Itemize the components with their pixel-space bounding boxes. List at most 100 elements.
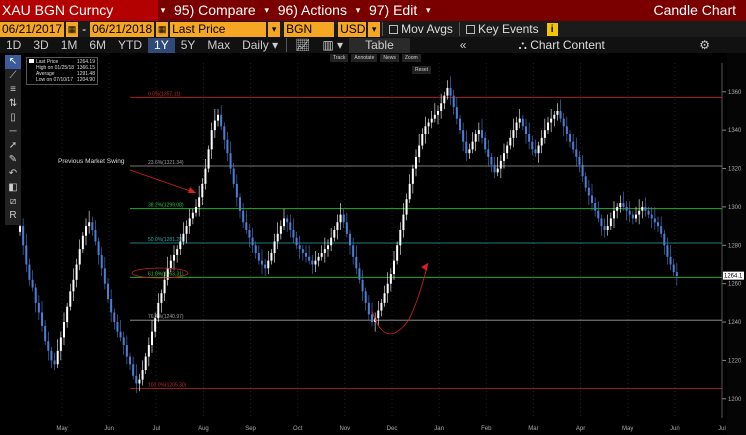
- candle-body: [75, 264, 78, 280]
- arrow-tool-icon[interactable]: ➚: [5, 139, 21, 153]
- candle-body: [578, 157, 581, 165]
- legend-swatch: [29, 59, 34, 63]
- candle-body: [540, 137, 543, 146]
- candle-body: [242, 210, 245, 223]
- candle-body: [518, 118, 521, 123]
- eraser-tool-icon[interactable]: ◧: [5, 181, 21, 195]
- price-chart[interactable]: May Jun Jul Aug Sep Oct Nov Dec Jan Feb Mar Apr May J…: [0, 53, 746, 435]
- chart-content-button[interactable]: ⛬ Chart Content: [512, 38, 610, 53]
- edit-dropdown-icon[interactable]: ▾: [423, 5, 433, 16]
- track-button[interactable]: Track: [330, 54, 349, 62]
- y-tick-label: 1260: [728, 282, 742, 288]
- actions-dropdown-icon[interactable]: ▾: [353, 5, 363, 16]
- line-tool-icon[interactable]: ⟋: [5, 69, 21, 83]
- frequency-select[interactable]: Daily ▾: [236, 38, 284, 53]
- price-type-field[interactable]: Last Price: [170, 21, 267, 37]
- candle-body: [78, 249, 81, 265]
- candle-body: [430, 118, 433, 123]
- compare-menu[interactable]: 95) Compare: [168, 0, 262, 21]
- period-max[interactable]: Max: [201, 38, 236, 53]
- legend-row-low: Low on 07/10/17 1204.90: [29, 77, 95, 83]
- candle-body: [613, 210, 615, 219]
- candle-body: [286, 218, 289, 223]
- candle-body: [220, 114, 223, 127]
- candle-body: [597, 210, 600, 219]
- table-button[interactable]: Table: [349, 37, 410, 53]
- ticker-dropdown-icon[interactable]: ▾: [158, 5, 168, 16]
- end-date-field[interactable]: 06/21/2018: [90, 21, 155, 37]
- collapse-icon[interactable]: «: [454, 38, 473, 53]
- chart-title: Candle Chart: [653, 2, 737, 18]
- ruler-tool-icon[interactable]: ⧄: [5, 195, 21, 209]
- candle-body: [44, 325, 47, 342]
- candle-body: [22, 226, 25, 246]
- candle-body: [361, 279, 364, 292]
- mov-avgs-toggle[interactable]: Mov Avgs: [385, 22, 457, 36]
- curve-tool-icon[interactable]: ↶: [5, 167, 21, 181]
- candle-body: [37, 302, 40, 313]
- candle-body: [59, 337, 62, 351]
- period-1d[interactable]: 1D: [0, 38, 27, 53]
- chart-legend: Last Price 1264.19 High on 01/25/18 1366.1…: [26, 57, 98, 85]
- compare-dropdown-icon[interactable]: ▾: [262, 5, 272, 16]
- currency-field[interactable]: USD: [338, 21, 367, 37]
- cursor-tool-icon[interactable]: ↖: [5, 55, 21, 69]
- candle-body: [330, 237, 333, 246]
- period-ytd[interactable]: YTD: [112, 38, 148, 53]
- annotate-button[interactable]: Annotate: [351, 54, 378, 62]
- candle-body: [107, 283, 109, 300]
- line-chart-icon[interactable]: 📈︎: [289, 38, 316, 53]
- period-3d[interactable]: 3D: [27, 38, 54, 53]
- candle-body: [103, 268, 106, 284]
- pencil-tool-icon[interactable]: ✎: [5, 153, 21, 167]
- candle-body: [204, 168, 207, 184]
- chart-type-icon[interactable]: ▥ ▾: [316, 38, 349, 53]
- period-1m[interactable]: 1M: [55, 38, 84, 53]
- candle-body: [213, 120, 216, 131]
- ticker-field[interactable]: XAU BGN Curncy: [0, 0, 158, 21]
- source-field[interactable]: BGN: [284, 21, 335, 37]
- news-button[interactable]: News: [380, 54, 399, 62]
- candle-body: [151, 331, 153, 346]
- calendar-icon[interactable]: ▦: [156, 21, 169, 37]
- channel-tool-icon[interactable]: ⇅: [5, 97, 21, 111]
- chevron-down-icon[interactable]: ▾: [268, 21, 281, 37]
- candle-body: [185, 226, 188, 234]
- candle-body: [635, 214, 637, 219]
- candle-body: [616, 206, 619, 211]
- candle-body: [239, 197, 241, 211]
- zoom-button[interactable]: Zoom: [401, 54, 421, 62]
- info-icon[interactable]: i: [546, 22, 558, 36]
- fib-level-label: 100.0%(1205.30): [148, 383, 187, 389]
- period-5y[interactable]: 5Y: [175, 38, 202, 53]
- reset-button[interactable]: Reset: [412, 66, 432, 74]
- edit-menu[interactable]: 97) Edit: [363, 0, 423, 21]
- checkbox-icon[interactable]: [465, 25, 475, 34]
- period-1y[interactable]: 1Y: [148, 37, 175, 53]
- hline-tool-icon[interactable]: ─: [5, 125, 21, 139]
- candle-body: [69, 291, 72, 307]
- candle-body: [314, 260, 317, 265]
- text-tool-icon[interactable]: R: [5, 209, 21, 223]
- calendar-icon[interactable]: ▦: [66, 21, 79, 37]
- candle-body: [97, 241, 100, 255]
- start-date-field[interactable]: 06/21/2017: [0, 21, 65, 37]
- candle-body: [575, 149, 578, 158]
- chevron-down-icon[interactable]: ▾: [368, 21, 381, 37]
- gear-icon[interactable]: ⚙: [693, 38, 716, 53]
- actions-menu[interactable]: 96) Actions: [272, 0, 353, 21]
- period-6m[interactable]: 6M: [83, 38, 112, 53]
- divider: [458, 22, 460, 36]
- key-events-label: Key Events: [477, 22, 539, 36]
- candle-body: [650, 214, 653, 219]
- fib-tool-icon[interactable]: ≡: [5, 83, 21, 97]
- chart-area[interactable]: May Jun Jul Aug Sep Oct Nov Dec Jan Feb Mar Apr May J…: [0, 53, 746, 435]
- key-events-toggle[interactable]: Key Events: [462, 22, 543, 36]
- candle-body: [468, 149, 471, 154]
- gann-tool-icon[interactable]: ▯: [5, 111, 21, 125]
- candle-body: [603, 226, 606, 230]
- candle-body: [226, 139, 229, 154]
- checkbox-icon[interactable]: [389, 25, 399, 34]
- candle-body: [437, 110, 439, 115]
- candle-body: [446, 87, 449, 96]
